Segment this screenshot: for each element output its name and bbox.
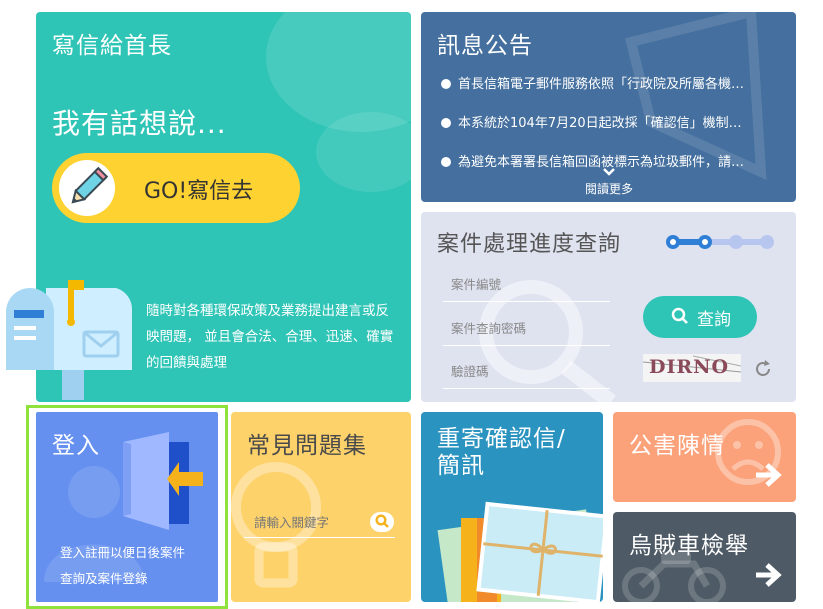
announcement-item[interactable]: 首長信箱電子郵件服務依照「行政院及所屬各機… xyxy=(441,73,781,92)
chevron-down-icon xyxy=(579,166,639,180)
announcements-tile: 訊息公告 首長信箱電子郵件服務依照「行政院及所屬各機… 本系統於104年7月20… xyxy=(421,12,796,202)
write-letter-title: 寫信給首長 xyxy=(52,33,172,59)
go-write-button[interactable]: GO!寫信去 xyxy=(52,153,300,223)
case-query-tile: 案件處理進度查詢 案件編號 案件查詢密碼 驗證碼 查詢 DIRNO xyxy=(421,212,796,402)
login-title: 登入 xyxy=(52,433,100,459)
bullet-icon xyxy=(441,157,451,167)
captcha-input[interactable]: 驗證碼 xyxy=(443,361,610,389)
bullet-icon xyxy=(441,118,451,128)
resend-title-line1: 重寄確認信/ xyxy=(437,426,566,452)
case-query-title: 案件處理進度查詢 xyxy=(437,232,622,257)
announcements-title: 訊息公告 xyxy=(437,33,533,59)
mailbox-icon xyxy=(6,280,136,400)
search-button[interactable]: 查詢 xyxy=(643,296,757,338)
search-icon[interactable] xyxy=(370,512,394,532)
arrow-right-icon[interactable] xyxy=(754,462,782,492)
search-label: 查詢 xyxy=(697,310,731,330)
read-more-link[interactable]: 閱讀更多 xyxy=(579,166,639,197)
smoky-vehicle-title: 烏賊車檢舉 xyxy=(629,533,749,559)
write-letter-description: 隨時對各種環保政策及業務提出建言或反映問題， 並且會合法、合理、迅速、確實的回饋… xyxy=(146,303,394,371)
go-write-label: GO!寫信去 xyxy=(144,179,254,204)
progress-steps-icon xyxy=(664,232,776,256)
read-more-label: 閱讀更多 xyxy=(584,182,633,196)
resend-title-line2: 簡訊 xyxy=(437,453,485,479)
complaint-title: 公害陳情 xyxy=(629,433,725,459)
speech-bubble-decoration-small xyxy=(316,112,411,192)
refresh-icon[interactable] xyxy=(753,359,773,383)
login-tile[interactable]: 登入 登入註冊以便日後案件 查詢及案件登錄 xyxy=(36,412,218,602)
smoky-vehicle-report-tile[interactable]: 烏賊車檢舉 xyxy=(613,512,796,602)
arrow-right-icon[interactable] xyxy=(754,562,782,592)
case-password-input[interactable]: 案件查詢密碼 xyxy=(443,318,610,346)
login-description-line1: 登入註冊以便日後案件 xyxy=(60,545,186,560)
login-description-line2: 查詢及案件登錄 xyxy=(60,571,148,586)
announcement-text: 首長信箱電子郵件服務依照「行政院及所屬各機… xyxy=(458,77,745,92)
announcement-item[interactable]: 本系統於104年7月20日起改採「確認信」機制… xyxy=(441,112,781,131)
faq-title: 常見問題集 xyxy=(247,433,367,459)
envelope-gift-icon xyxy=(433,490,603,602)
pencil-icon xyxy=(59,160,115,216)
resend-title: 重寄確認信/ 簡訊 xyxy=(437,426,566,480)
captcha-text: DIRNO xyxy=(649,356,730,378)
faq-tile[interactable]: 常見問題集 請輸入關鍵字 xyxy=(231,412,411,602)
write-letter-subhead: 我有話想說... xyxy=(52,107,227,140)
resend-confirmation-tile[interactable]: 重寄確認信/ 簡訊 xyxy=(421,412,603,602)
bullet-icon xyxy=(441,79,451,89)
search-icon xyxy=(671,307,689,330)
pollution-complaint-tile[interactable]: 公害陳情 xyxy=(613,412,796,502)
login-description: 登入註冊以便日後案件 查詢及案件登錄 xyxy=(60,540,185,592)
login-door-icon xyxy=(121,430,211,534)
announcement-text: 本系統於104年7月20日起改採「確認信」機制… xyxy=(458,116,742,131)
captcha-image: DIRNO xyxy=(643,354,741,382)
case-number-input[interactable]: 案件編號 xyxy=(443,274,610,302)
